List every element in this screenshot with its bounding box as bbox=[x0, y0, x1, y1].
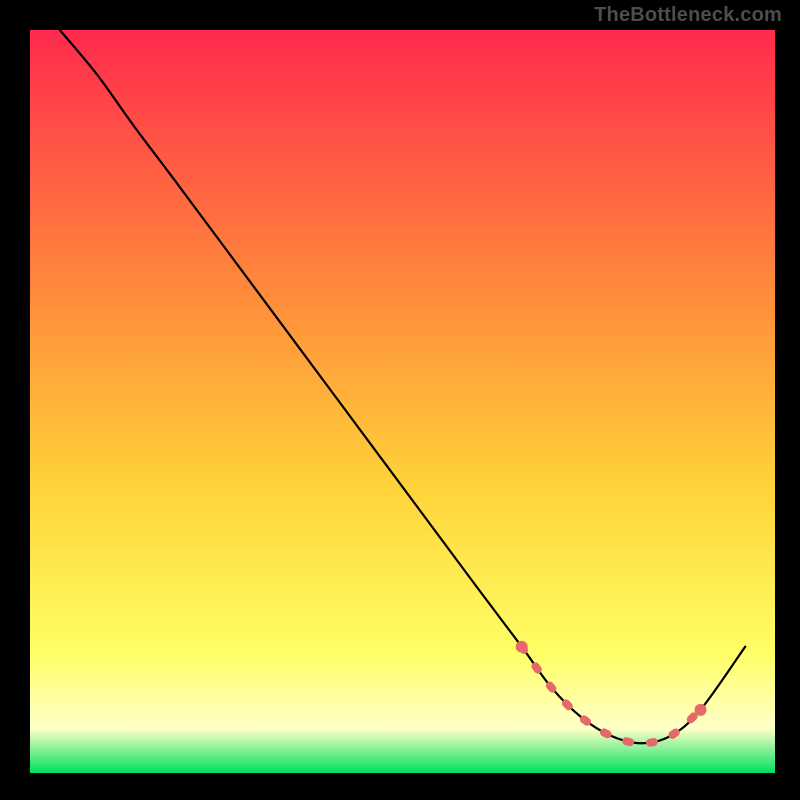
plot-background bbox=[30, 30, 775, 773]
chart-stage: TheBottleneck.com bbox=[0, 0, 800, 800]
bottleneck-chart bbox=[0, 0, 800, 800]
valley-marker-dot bbox=[695, 704, 707, 716]
watermark-text: TheBottleneck.com bbox=[594, 4, 782, 27]
valley-marker-dot bbox=[516, 641, 528, 653]
